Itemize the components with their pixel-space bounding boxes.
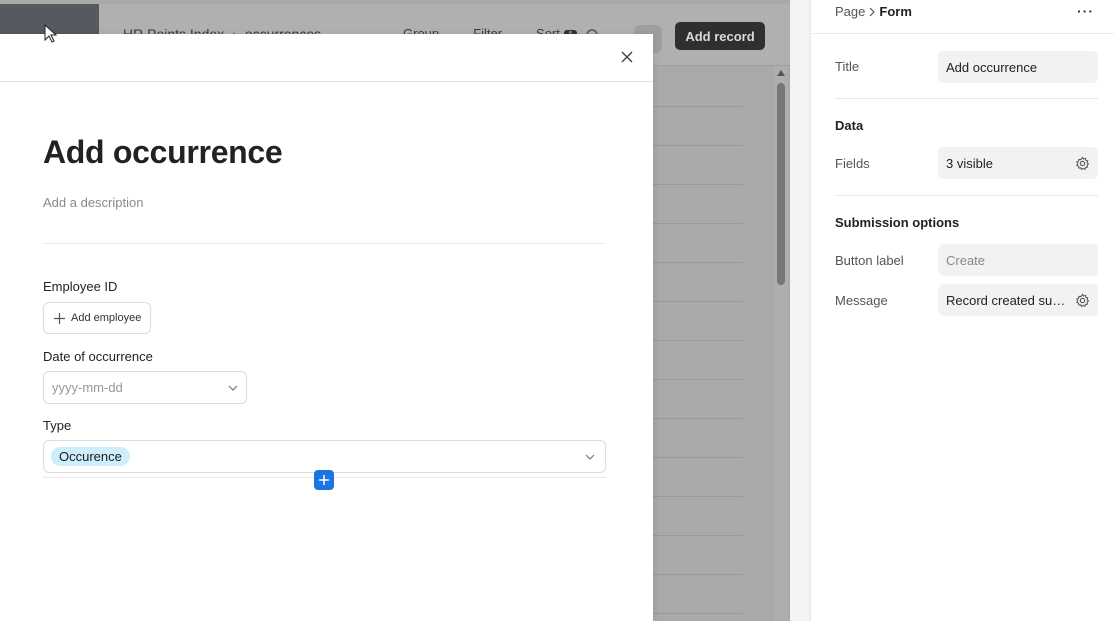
message-label: Message — [835, 293, 888, 308]
type-label: Type — [43, 418, 72, 433]
table-row-line — [653, 379, 743, 380]
panel-divider — [835, 195, 1098, 196]
date-placeholder: yyyy-mm-dd — [52, 380, 123, 395]
submission-options-heading: Submission options — [835, 215, 960, 230]
title-value: Add occurrence — [946, 59, 1038, 75]
table-row-line — [653, 535, 743, 536]
table-row-line — [653, 457, 743, 458]
date-of-occurrence-label: Date of occurrence — [43, 349, 153, 364]
add-field-button[interactable] — [314, 470, 334, 490]
breadcrumb-form: Form — [879, 4, 912, 19]
plus-icon — [54, 312, 65, 324]
fields-label: Fields — [835, 156, 870, 171]
form-title[interactable]: Add occurrence — [43, 134, 283, 171]
add-occurrence-modal: Add occurrence Add a description Employe… — [0, 34, 653, 621]
panel-gutter — [790, 0, 810, 621]
background-table-rows — [653, 66, 743, 621]
button-label-value: Create — [946, 252, 986, 268]
plus-icon — [319, 475, 329, 485]
form-description-input[interactable]: Add a description — [43, 195, 143, 210]
chevron-down-icon — [228, 385, 238, 391]
form-settings-panel: Page Form ··· Title Add occurrence Data … — [810, 0, 1114, 621]
add-employee-label: Add employee — [71, 312, 142, 324]
table-row-line — [653, 496, 743, 497]
chevron-down-icon — [585, 454, 595, 460]
gear-icon[interactable] — [1075, 293, 1090, 308]
chevron-right-icon — [869, 7, 876, 16]
button-label-label: Button label — [835, 253, 904, 268]
table-row-line — [653, 418, 743, 419]
mouse-cursor-icon — [44, 24, 58, 43]
table-row-line — [653, 301, 743, 302]
table-row-line — [653, 145, 743, 146]
breadcrumb-page[interactable]: Page — [835, 4, 865, 19]
fields-selector[interactable]: 3 visible — [938, 147, 1098, 179]
fields-value: 3 visible — [946, 155, 993, 171]
table-row-line — [653, 340, 743, 341]
add-record-button[interactable]: Add record — [675, 22, 765, 50]
panel-divider — [835, 98, 1098, 99]
type-tag: Occurence — [51, 447, 130, 466]
employee-id-label: Employee ID — [43, 279, 118, 294]
type-select[interactable]: Occurence — [43, 440, 606, 473]
table-row-line — [653, 613, 743, 614]
form-divider — [43, 243, 605, 244]
table-row-line — [653, 574, 743, 575]
panel-breadcrumb: Page Form — [835, 4, 912, 19]
scroll-up-arrow-icon[interactable] — [777, 70, 785, 76]
table-row-line — [653, 106, 743, 107]
close-icon[interactable] — [618, 48, 636, 66]
gear-icon[interactable] — [1075, 156, 1090, 171]
message-value: Record created successfully — [946, 292, 1068, 308]
message-input[interactable]: Record created successfully — [938, 284, 1098, 316]
date-of-occurrence-input[interactable]: yyyy-mm-dd — [43, 371, 247, 404]
button-label-input[interactable]: Create — [938, 244, 1098, 276]
panel-header: Page Form ··· — [811, 0, 1114, 34]
title-input[interactable]: Add occurrence — [938, 51, 1098, 83]
data-section-heading: Data — [835, 118, 864, 133]
table-row-line — [653, 184, 743, 185]
scrollbar-thumb[interactable] — [777, 83, 785, 285]
title-label: Title — [835, 59, 860, 74]
modal-header — [0, 34, 653, 82]
table-row-line — [653, 223, 743, 224]
more-horizontal-icon[interactable]: ··· — [1077, 3, 1094, 19]
add-employee-button[interactable]: Add employee — [43, 302, 151, 334]
table-row-line — [653, 262, 743, 263]
